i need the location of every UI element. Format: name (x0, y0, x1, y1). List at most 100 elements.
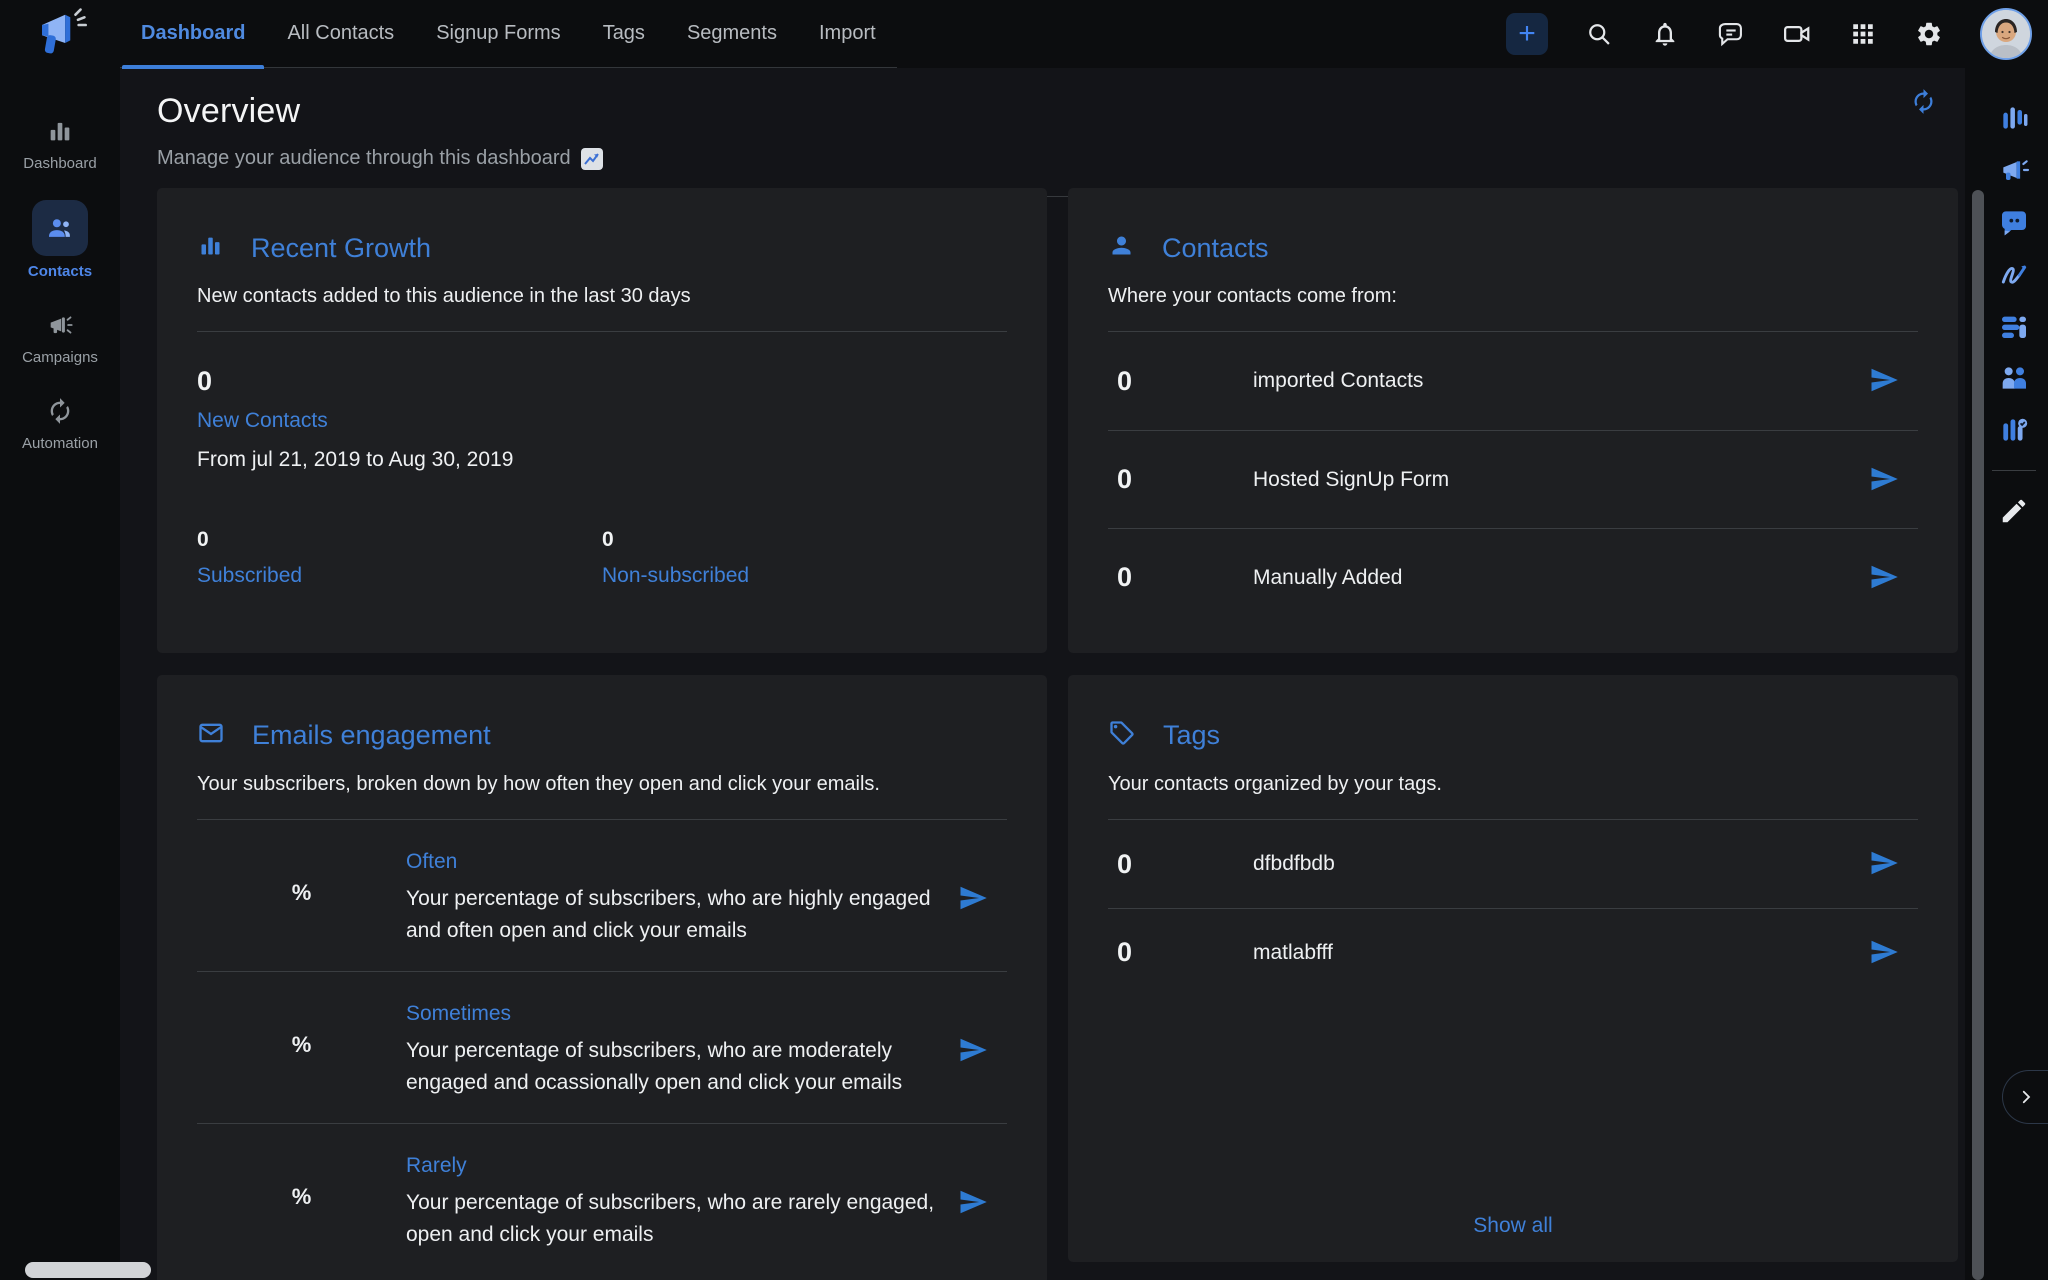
horizontal-scrollbar[interactable] (25, 1262, 151, 1278)
source-count: 0 (1108, 562, 1253, 593)
send-icon[interactable] (1868, 848, 1900, 880)
source-count: 0 (1108, 366, 1253, 397)
contacts-card: Contacts Where your contacts come from: … (1068, 188, 1958, 653)
avatar[interactable] (1980, 8, 2032, 60)
contact-source-row: 0 Manually Added (1108, 528, 1918, 626)
tag-count: 0 (1108, 849, 1253, 880)
growth-stats: 0 Subscribed 0 Non-subscribed (197, 528, 1007, 588)
nav-tab[interactable]: Dashboard (120, 0, 266, 67)
page-subtitle-text: Manage your audience through this dashbo… (157, 147, 571, 170)
new-contacts-link[interactable]: New Contacts (197, 409, 328, 433)
search-icon[interactable] (1584, 19, 1614, 49)
card-subtitle: Where your contacts come from: (1068, 264, 1958, 308)
nav-tab[interactable]: All Contacts (266, 0, 415, 67)
send-icon[interactable] (1868, 562, 1900, 594)
engagement-percent: % (197, 1002, 406, 1058)
contact-source-rows: 0 imported Contacts 0 Hosted SignUp Form (1108, 332, 1918, 626)
sync-arrows-icon (46, 394, 74, 428)
vertical-scrollbar[interactable] (1972, 190, 1984, 1280)
nav-tab[interactable]: Signup Forms (415, 0, 582, 67)
bar-chart-icon (197, 232, 224, 264)
send-icon[interactable] (957, 1035, 989, 1067)
card-subtitle: New contacts added to this audience in t… (157, 264, 1047, 308)
new-contacts-count: 0 (197, 366, 1007, 397)
main-content: Overview Manage your audience through th… (120, 68, 1965, 1280)
list-rows-icon[interactable] (1997, 309, 2031, 343)
notifications-bell-icon[interactable] (1650, 19, 1680, 49)
sidebar-item-campaigns[interactable]: Campaigns (22, 308, 98, 366)
divider (1992, 470, 2036, 471)
bar-chart-icon (46, 114, 74, 148)
send-icon[interactable] (957, 1187, 989, 1219)
subscribed-count: 0 (197, 528, 602, 552)
non-subscribed-link[interactable]: Non-subscribed (602, 564, 749, 588)
nav-tab[interactable]: Tags (582, 0, 666, 67)
send-icon[interactable] (1868, 464, 1900, 496)
card-title: Contacts (1162, 233, 1269, 264)
video-camera-icon[interactable] (1782, 19, 1812, 49)
card-title: Recent Growth (251, 233, 431, 264)
send-icon[interactable] (1868, 937, 1900, 969)
pencil-edit-icon[interactable] (1997, 494, 2031, 528)
engagement-percent: % (197, 1154, 406, 1210)
source-count: 0 (1108, 464, 1253, 495)
chatbot-bubble-icon[interactable] (1997, 205, 2031, 239)
engagement-description: Your percentage of subscribers, who are … (406, 1187, 951, 1251)
megaphone-icon[interactable] (1997, 153, 2031, 187)
engagement-link[interactable]: Sometimes (406, 1002, 511, 1026)
contact-source-row: 0 imported Contacts (1108, 332, 1918, 430)
apps-grid-icon[interactable] (1848, 19, 1878, 49)
sidebar-item-label: Dashboard (23, 155, 96, 172)
tag-label: matlabfff (1253, 941, 1868, 965)
expand-panel-button[interactable] (2002, 1070, 2048, 1124)
envelope-icon (197, 719, 225, 752)
nav-tab[interactable]: Import (798, 0, 897, 67)
sidebar-item-contacts[interactable]: Contacts (28, 200, 92, 280)
card-header: Contacts (1068, 188, 1958, 264)
sidebar-item-dashboard[interactable]: Dashboard (23, 114, 96, 172)
show-all-link[interactable]: Show all (1068, 1214, 1958, 1238)
engagement-link[interactable]: Often (406, 850, 457, 874)
engagement-description: Your percentage of subscribers, who are … (406, 883, 951, 947)
app-logo[interactable] (0, 0, 120, 68)
divider (197, 331, 1007, 332)
engagement-link[interactable]: Rarely (406, 1154, 467, 1178)
chart-check-icon[interactable] (1997, 413, 2031, 447)
engagement-row: % Rarely Your percentage of subscribers,… (197, 1123, 1007, 1275)
contact-source-row: 0 Hosted SignUp Form (1108, 430, 1918, 528)
tag-label: dfbdfbdb (1253, 852, 1868, 876)
topbar-actions: + (1506, 0, 2048, 68)
engagement-rows: % Often Your percentage of subscribers, … (197, 820, 1007, 1275)
emails-engagement-card: Emails engagement Your subscribers, brok… (157, 675, 1047, 1280)
subscribed-link[interactable]: Subscribed (197, 564, 302, 588)
tag-count: 0 (1108, 937, 1253, 968)
page-title: Overview (157, 92, 1925, 131)
send-icon[interactable] (1868, 365, 1900, 397)
signature-curve-icon[interactable] (1997, 257, 2031, 291)
card-title: Tags (1163, 720, 1220, 751)
card-title: Emails engagement (252, 720, 491, 751)
send-icon[interactable] (957, 883, 989, 915)
card-header: Emails engagement (157, 675, 1047, 752)
people-pair-icon[interactable] (1997, 361, 2031, 395)
tag-icon (1108, 719, 1136, 752)
stats-bars-icon[interactable] (1997, 101, 2031, 135)
engagement-description: Your percentage of subscribers, who are … (406, 1035, 951, 1099)
settings-gear-icon[interactable] (1914, 19, 1944, 49)
nav-tab[interactable]: Segments (666, 0, 798, 67)
refresh-icon[interactable] (1910, 88, 1937, 118)
source-label: imported Contacts (1253, 369, 1868, 393)
page-header: Overview Manage your audience through th… (120, 68, 1965, 170)
sidebar-item-label: Automation (22, 435, 98, 452)
non-subscribed-count: 0 (602, 528, 1007, 552)
add-button[interactable]: + (1506, 13, 1548, 55)
chat-bubble-icon[interactable] (1716, 19, 1746, 49)
engagement-text: Sometimes Your percentage of subscribers… (406, 1002, 951, 1099)
engagement-text: Often Your percentage of subscribers, wh… (406, 850, 951, 947)
sidebar-item-automation[interactable]: Automation (22, 394, 98, 452)
source-label: Hosted SignUp Form (1253, 468, 1868, 492)
chart-increasing-emoji (581, 148, 603, 170)
card-header: Recent Growth (157, 188, 1047, 264)
megaphone-icon (46, 308, 74, 342)
card-subtitle: Your contacts organized by your tags. (1068, 752, 1958, 796)
